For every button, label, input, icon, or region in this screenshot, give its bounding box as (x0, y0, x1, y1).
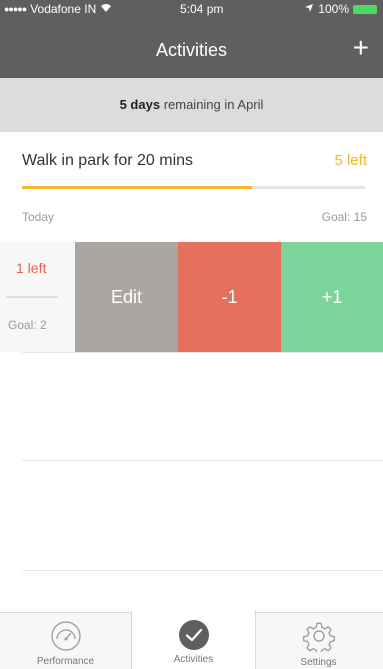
tab-label-activities: Activities (173, 654, 214, 665)
days-count: 5 days (119, 97, 161, 112)
tab-label-performance: Performance (36, 656, 95, 667)
tab-activities[interactable]: Activities (131, 610, 256, 669)
gear-icon (302, 622, 335, 652)
battery-icon (353, 4, 377, 14)
row-info: 1 left Goal: 2 (0, 242, 75, 352)
edit-button[interactable]: Edit (75, 242, 178, 352)
list-divider (22, 570, 383, 571)
gauge-icon (50, 621, 81, 651)
swiped-activity-row[interactable]: 1 left Goal: 2 Edit -1 +1 (0, 242, 383, 352)
tab-label-settings: Settings (300, 657, 337, 668)
row-goal: Goal: 2 (8, 318, 47, 332)
header: ●●●●● Vodafone IN 5:04 pm 100% Activitie… (0, 0, 383, 78)
tab-settings[interactable]: Settings (254, 613, 383, 669)
battery-percent: 100% (318, 2, 349, 16)
signal-icon: ●●●●● (4, 4, 27, 14)
row-progress (6, 296, 58, 298)
tab-bar: Performance Activities Settings (0, 610, 383, 669)
activity-progress (22, 186, 365, 189)
list-divider (22, 352, 383, 353)
checkmark-circle-icon (178, 620, 209, 650)
row-remaining: 1 left (16, 260, 47, 276)
increment-button[interactable]: +1 (281, 242, 383, 352)
activity-today-label: Today (22, 210, 55, 224)
status-time: 5:04 pm (180, 2, 224, 16)
tab-performance[interactable]: Performance (0, 613, 131, 669)
days-remaining-banner: 5 days remaining in April (0, 78, 383, 132)
decrement-button[interactable]: -1 (178, 242, 281, 352)
list-divider (22, 460, 383, 461)
status-bar: ●●●●● Vodafone IN 5:04 pm 100% (0, 0, 383, 18)
activity-remaining: 5 left (334, 152, 367, 169)
activity-goal: Goal: 15 (321, 210, 367, 224)
location-arrow-icon (304, 2, 314, 16)
activity-progress-fill (22, 186, 252, 189)
days-remaining-text: remaining in April (163, 97, 264, 112)
activity-title: Walk in park for 20 mins (22, 152, 194, 169)
wifi-icon (100, 2, 112, 16)
page-title: Activities (155, 40, 227, 60)
carrier: Vodafone IN (30, 2, 97, 16)
activity-card[interactable]: Walk in park for 20 mins 5 left Today Go… (0, 132, 383, 243)
add-button[interactable]: + (353, 34, 369, 62)
